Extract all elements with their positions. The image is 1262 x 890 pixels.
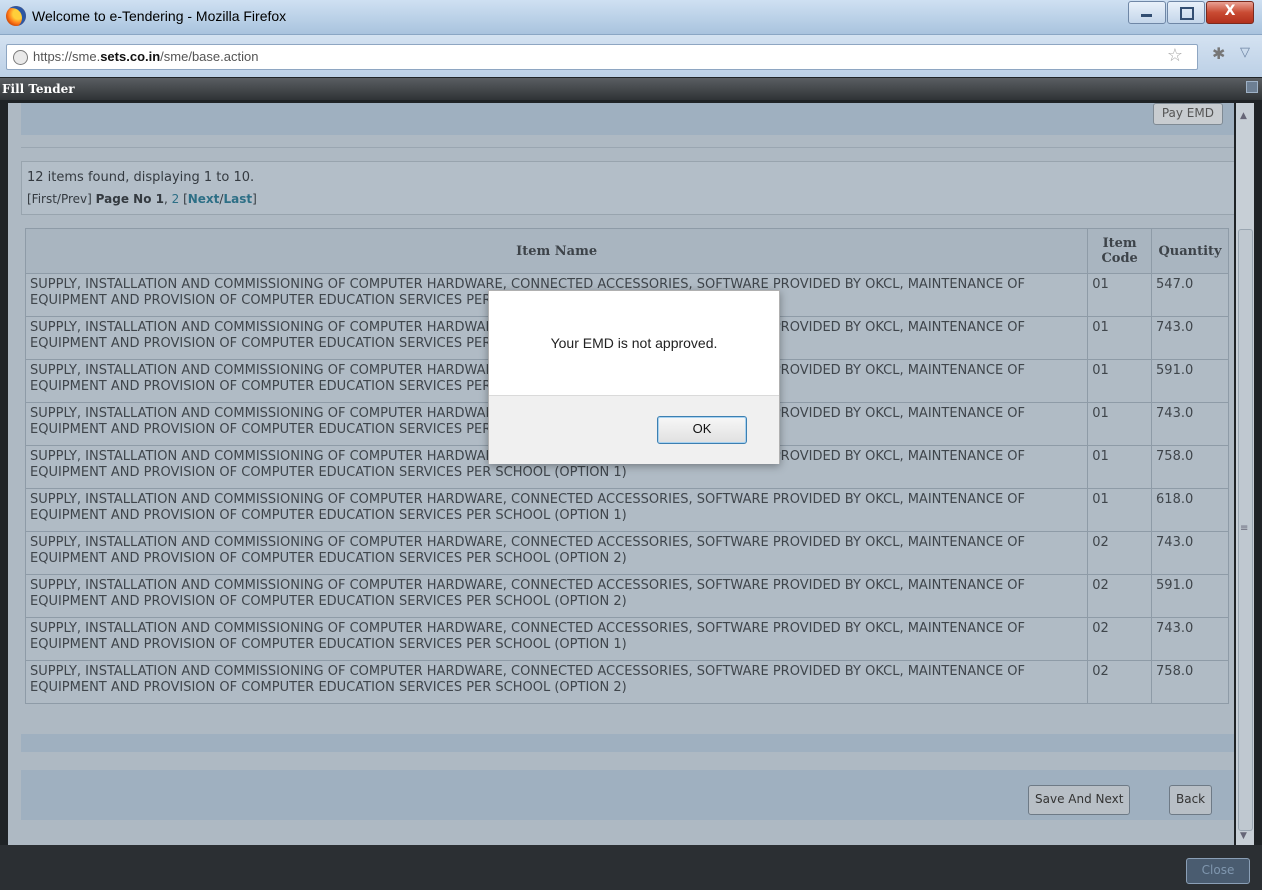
item-code-cell: 01 [1087,359,1153,403]
top-action-row: Pay EMD [21,103,1234,135]
item-name-cell: SUPPLY, INSTALLATION AND COMMISSIONING O… [24,617,1089,661]
quantity-cell: 743.0 [1151,531,1229,575]
quantity-cell: 758.0 [1151,660,1229,704]
last-link[interactable]: Last [223,192,252,206]
items-summary: 12 items found, displaying 1 to 10. [27,170,255,185]
scroll-grip-icon: ≡ [1240,523,1249,534]
table-header-row: Item Name Item Code Quantity [24,228,1229,274]
url-domain: sets.co.in [100,49,161,64]
item-name-cell: SUPPLY, INSTALLATION AND COMMISSIONING O… [24,488,1089,532]
quantity-cell: 743.0 [1151,316,1229,360]
alert-footer: OK [489,395,779,464]
url-bar: https://sme.sets.co.in/sme/base.action ☆ [0,35,1262,77]
column-quantity: Quantity [1151,228,1229,274]
item-code-cell: 02 [1087,617,1153,661]
table-row: SUPPLY, INSTALLATION AND COMMISSIONING O… [24,660,1229,704]
first-prev-link: [First/Prev] [27,192,92,206]
firefox-icon [6,6,26,26]
pay-emd-button[interactable]: Pay EMD [1152,103,1223,125]
bottom-toolbar [0,845,1262,890]
ok-button[interactable]: OK [657,416,747,444]
item-code-cell: 01 [1087,273,1153,317]
quantity-cell: 618.0 [1151,488,1229,532]
column-item-name: Item Name [24,228,1089,274]
minimize-button[interactable] [1128,1,1166,24]
item-code-cell: 01 [1087,402,1153,446]
item-code-cell: 01 [1087,445,1153,489]
maximize-button[interactable] [1167,1,1205,24]
close-window-button[interactable]: X [1206,1,1254,24]
quantity-cell: 591.0 [1151,359,1229,403]
window-titlebar: Welcome to e-Tendering - Mozilla Firefox… [0,0,1262,35]
pagination-links: [First/Prev] Page No 1, 2 [Next/Last] [27,192,257,206]
back-button[interactable]: Back [1169,785,1213,815]
item-code-cell: 01 [1087,316,1153,360]
restore-icon[interactable] [1246,81,1258,93]
item-code-cell: 02 [1087,660,1153,704]
panel-header: Fill Tender [0,78,1262,100]
pagination-box: 12 items found, displaying 1 to 10. [Fir… [21,161,1234,215]
url-text: https://sme.sets.co.in/sme/base.action [33,49,258,64]
separator [21,147,1234,148]
url-path: /sme/base.action [160,49,259,64]
star-icon[interactable]: ☆ [1167,45,1183,66]
address-field[interactable]: https://sme.sets.co.in/sme/base.action ☆ [6,44,1198,70]
alert-message: Your EMD is not approved. [550,335,718,351]
scroll-up-icon[interactable]: ▲ [1240,111,1247,121]
minimize-icon [1141,14,1152,17]
window-title: Welcome to e-Tendering - Mozilla Firefox [32,8,287,24]
item-code-cell: 02 [1087,531,1153,575]
quantity-cell: 743.0 [1151,617,1229,661]
alert-dialog: Your EMD is not approved. OK [488,290,780,464]
window-controls: X [1127,1,1254,24]
url-prefix: https://sme. [33,49,101,64]
panel-title: Fill Tender [2,82,75,96]
table-row: SUPPLY, INSTALLATION AND COMMISSIONING O… [24,617,1229,661]
current-page: Page No 1 [95,192,164,206]
item-code-cell: 02 [1087,574,1153,618]
fill-tender-content: Pay EMD 12 items found, displaying 1 to … [8,103,1234,845]
item-code-cell: 01 [1087,488,1153,532]
table-row: SUPPLY, INSTALLATION AND COMMISSIONING O… [24,574,1229,618]
page-2-link[interactable]: 2 [172,192,180,206]
globe-icon [13,50,28,65]
addon-icon[interactable]: ✱ [1212,44,1225,63]
quantity-cell: 743.0 [1151,402,1229,446]
vertical-scrollbar[interactable]: ▲ ≡ ▼ [1236,103,1254,845]
table-footer-strip [21,734,1234,752]
quantity-cell: 547.0 [1151,273,1229,317]
scroll-down-icon[interactable]: ▼ [1240,831,1247,841]
table-row: SUPPLY, INSTALLATION AND COMMISSIONING O… [24,488,1229,532]
item-name-cell: SUPPLY, INSTALLATION AND COMMISSIONING O… [24,531,1089,575]
maximize-icon [1180,7,1194,20]
quantity-cell: 758.0 [1151,445,1229,489]
save-and-next-button[interactable]: Save And Next [1028,785,1131,815]
close-icon: X [1224,3,1236,19]
table-row: SUPPLY, INSTALLATION AND COMMISSIONING O… [24,531,1229,575]
close-button[interactable]: Close [1186,858,1250,884]
item-name-cell: SUPPLY, INSTALLATION AND COMMISSIONING O… [24,660,1089,704]
item-name-cell: SUPPLY, INSTALLATION AND COMMISSIONING O… [24,574,1089,618]
next-link[interactable]: Next [188,192,220,206]
chevron-down-icon[interactable]: ▽ [1240,45,1250,60]
quantity-cell: 591.0 [1151,574,1229,618]
column-item-code: Item Code [1087,228,1153,274]
